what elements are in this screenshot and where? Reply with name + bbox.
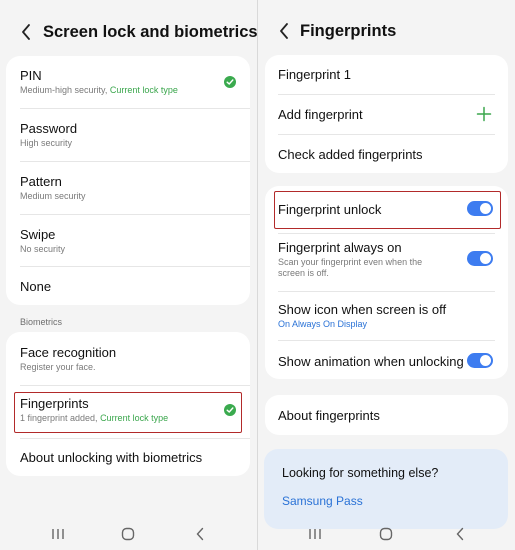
recent-apps-icon[interactable] [48, 524, 68, 544]
lock-type-card: PIN Medium-high security, Current lock t… [6, 56, 250, 305]
lock-item-pattern[interactable]: Pattern Medium security [6, 162, 250, 214]
lock-item-title: Pattern [20, 174, 62, 189]
navigation-bar [0, 520, 257, 548]
about-fingerprints-card[interactable]: About fingerprints [265, 395, 508, 435]
bio-item-title: About unlocking with biometrics [20, 450, 203, 465]
bio-item-subtitle: Register your face. [20, 362, 96, 372]
samsung-pass-link[interactable]: Samsung Pass [282, 494, 363, 508]
show-icon-screen-off-row[interactable]: Show icon when screen is off On Always O… [265, 292, 508, 340]
fingerprint-always-on-row[interactable]: Fingerprint always on Scan your fingerpr… [265, 234, 508, 290]
show-animation-row[interactable]: Show animation when unlocking [265, 341, 508, 379]
fingerprints-highlight-box [14, 392, 242, 433]
lock-item-title: Password [20, 121, 78, 136]
page-title: Fingerprints [300, 22, 397, 40]
check-added-fingerprints-item[interactable]: Check added fingerprints [265, 135, 508, 173]
setting-subtitle: Scan your fingerprint even when the [278, 257, 423, 267]
navigation-bar [258, 520, 515, 548]
lock-item-title: Swipe [20, 227, 56, 242]
lock-item-subtitle: High security [20, 138, 73, 148]
back-arrow-icon[interactable] [272, 19, 296, 43]
header: Screen lock and biometrics [0, 14, 257, 50]
bio-item-face-recognition[interactable]: Face recognition Register your face. [6, 332, 250, 384]
lock-item-password[interactable]: Password High security [6, 109, 250, 161]
setting-subtitle-link[interactable]: On Always On Display [278, 319, 367, 330]
lock-item-subtitle: No security [20, 244, 66, 254]
fingerprint-item-title: Fingerprint 1 [278, 67, 351, 82]
back-nav-icon[interactable] [450, 524, 470, 544]
lock-item-pin[interactable]: PIN Medium-high security, Current lock t… [6, 56, 250, 107]
fingerprint-list-card: Fingerprint 1 Add fingerprint Check adde… [265, 55, 508, 173]
home-icon[interactable] [376, 524, 396, 544]
lock-item-subtitle: Medium-high security, Current lock type [20, 85, 178, 95]
about-fingerprints-title: About fingerprints [278, 408, 380, 423]
lock-item-subtitle: Medium security [20, 191, 86, 201]
show-animation-toggle[interactable] [467, 353, 493, 368]
fingerprint-item-title: Check added fingerprints [278, 147, 423, 162]
lock-item-title: None [20, 279, 52, 294]
recent-apps-icon[interactable] [305, 524, 325, 544]
header: Fingerprints [258, 14, 515, 50]
fingerprint-unlock-highlight-box [274, 191, 501, 229]
fingerprints-panel: Fingerprints Fingerprint 1 Add fingerpri… [258, 0, 515, 550]
lock-item-none[interactable]: None [6, 267, 250, 305]
bio-item-about-unlocking[interactable]: About unlocking with biometrics [6, 439, 250, 476]
fingerprint-1-item[interactable]: Fingerprint 1 [265, 55, 508, 94]
screen-lock-panel: Screen lock and biometrics PIN Medium-hi… [0, 0, 257, 550]
looking-title: Looking for something else? [282, 466, 439, 480]
fingerprint-item-title: Add fingerprint [278, 107, 363, 122]
lock-item-swipe[interactable]: Swipe No security [6, 215, 250, 267]
setting-title: Show animation when unlocking [278, 354, 464, 369]
page-title: Screen lock and biometrics [43, 23, 257, 41]
plus-icon[interactable] [476, 106, 492, 122]
add-fingerprint-item[interactable]: Add fingerprint [265, 95, 508, 134]
lock-item-title: PIN [20, 68, 42, 83]
home-icon[interactable] [118, 524, 138, 544]
back-arrow-icon[interactable] [14, 20, 38, 44]
back-nav-icon[interactable] [190, 524, 210, 544]
setting-subtitle: screen is off. [278, 268, 329, 278]
check-circle-icon [224, 76, 236, 88]
looking-for-something-else-card: Looking for something else? Samsung Pass [264, 449, 508, 529]
setting-title: Fingerprint always on [278, 240, 402, 255]
setting-title: Show icon when screen is off [278, 302, 447, 317]
bio-item-title: Face recognition [20, 345, 117, 360]
biometrics-section-label: Biometrics [20, 317, 63, 327]
fingerprint-always-on-toggle[interactable] [467, 251, 493, 266]
